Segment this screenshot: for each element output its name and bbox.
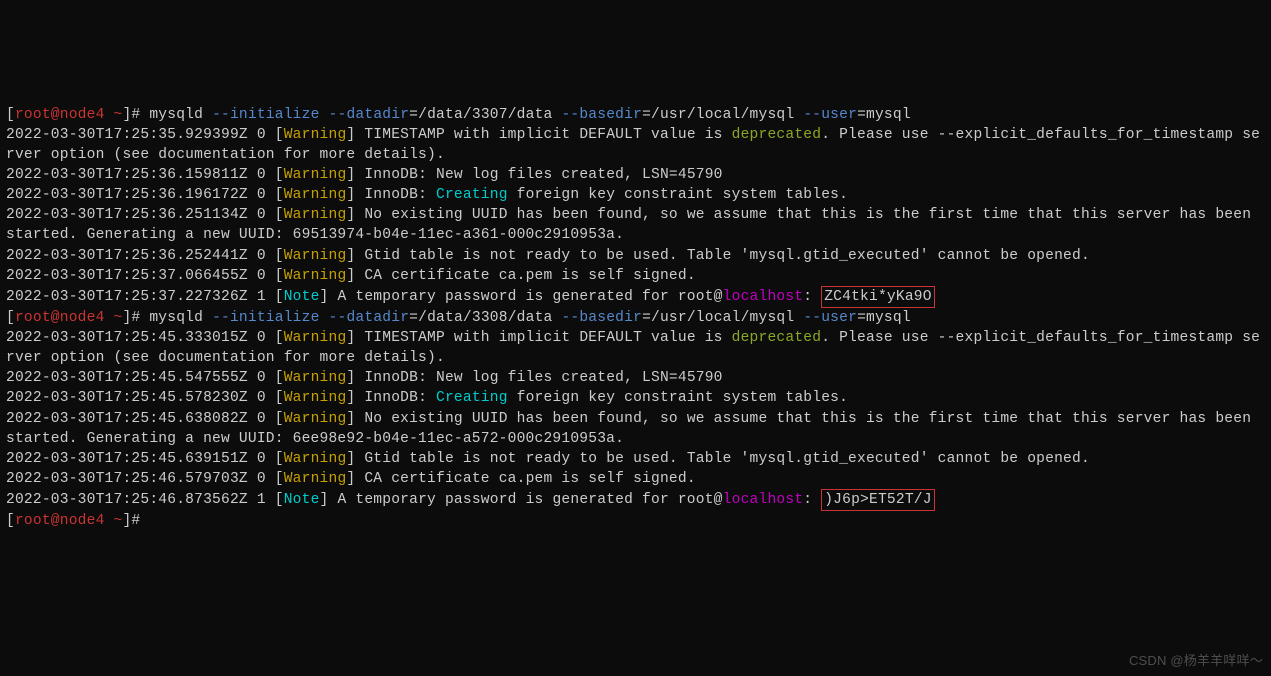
generated-password: )J6p>ET52T/J — [821, 489, 935, 511]
log-line-password: 2022-03-30T17:25:46.873562Z 1 [Note] A t… — [6, 492, 935, 508]
prompt-line: [root@node4 ~]# mysqld --initialize --da… — [6, 310, 911, 326]
log-line: 2022-03-30T17:25:36.251134Z 0 [Warning] … — [6, 207, 1260, 243]
log-line: 2022-03-30T17:25:37.066455Z 0 [Warning] … — [6, 268, 696, 284]
log-line: 2022-03-30T17:25:36.196172Z 0 [Warning] … — [6, 187, 848, 203]
log-line: 2022-03-30T17:25:35.929399Z 0 [Warning] … — [6, 127, 1260, 163]
log-line: 2022-03-30T17:25:36.252441Z 0 [Warning] … — [6, 248, 1090, 264]
log-line-password: 2022-03-30T17:25:37.227326Z 1 [Note] A t… — [6, 289, 935, 305]
prompt-line[interactable]: [root@node4 ~]# — [6, 513, 149, 529]
watermark: CSDN @杨羊羊咩咩～ — [1129, 652, 1263, 670]
log-line: 2022-03-30T17:25:36.159811Z 0 [Warning] … — [6, 167, 723, 183]
log-line: 2022-03-30T17:25:45.638082Z 0 [Warning] … — [6, 411, 1260, 447]
log-line: 2022-03-30T17:25:45.639151Z 0 [Warning] … — [6, 451, 1090, 467]
generated-password: ZC4tki*yKa9O — [821, 286, 935, 308]
log-line: 2022-03-30T17:25:46.579703Z 0 [Warning] … — [6, 471, 696, 487]
prompt-line: [root@node4 ~]# mysqld --initialize --da… — [6, 107, 911, 123]
log-line: 2022-03-30T17:25:45.333015Z 0 [Warning] … — [6, 330, 1260, 366]
terminal-output[interactable]: [root@node4 ~]# mysqld --initialize --da… — [6, 85, 1265, 532]
log-line: 2022-03-30T17:25:45.578230Z 0 [Warning] … — [6, 390, 848, 406]
log-line: 2022-03-30T17:25:45.547555Z 0 [Warning] … — [6, 370, 723, 386]
